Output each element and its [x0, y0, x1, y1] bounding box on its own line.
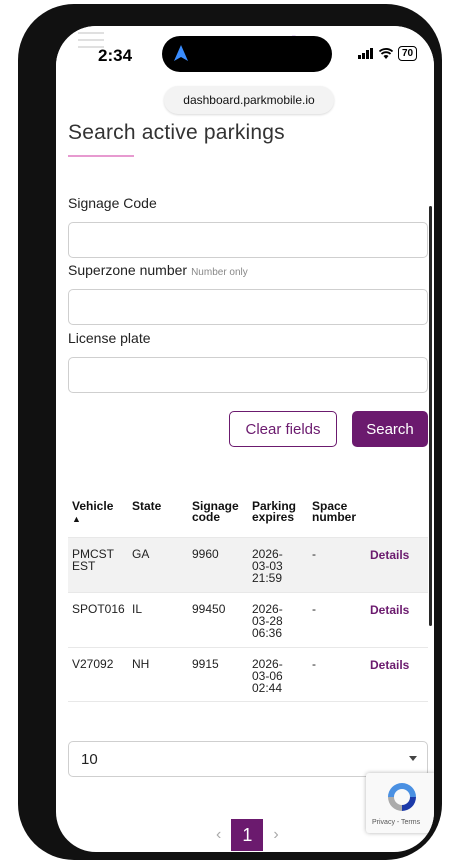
status-bar: ive 2:34 70 — [56, 26, 434, 74]
phone-frame: ive 2:34 70 — [18, 4, 442, 860]
cell-signage-code: 9960 — [192, 547, 219, 561]
phone-screen: ive 2:34 70 — [56, 26, 434, 852]
column-state[interactable]: State — [132, 500, 161, 512]
cell-space-number: - — [312, 657, 316, 671]
cell-state: IL — [132, 602, 143, 616]
superzone-label-text: Superzone number — [68, 262, 188, 278]
parkings-table: Vehicle ▲ State Signage code Parking exp… — [68, 499, 428, 702]
cell-expires: 2026- 03-06 02:44 — [252, 658, 283, 694]
wifi-icon — [379, 48, 393, 59]
cell-space-number: - — [312, 602, 316, 616]
cell-expires-time: 21:59 — [252, 571, 283, 585]
cell-expires-time: 02:44 — [252, 681, 283, 695]
cell-expires-time: 06:36 — [252, 626, 283, 640]
recaptcha-links[interactable]: Privacy - Terms — [372, 819, 420, 826]
column-parking-expires-line2: expires — [252, 510, 295, 524]
superzone-label: Superzone number Number only — [68, 262, 248, 278]
cell-expires: 2026- 03-03 21:59 — [252, 548, 283, 584]
superzone-input[interactable] — [68, 289, 428, 325]
page-title: Search active parkings — [68, 121, 285, 144]
column-vehicle-label: Vehicle — [72, 499, 114, 513]
signage-code-label: Signage Code — [68, 195, 157, 211]
cell-signage-code: 9915 — [192, 657, 219, 671]
cell-state: GA — [132, 547, 150, 561]
column-space-number[interactable]: Space number — [312, 500, 357, 524]
dynamic-island — [162, 36, 332, 72]
cell-expires: 2026- 03-28 06:36 — [252, 603, 283, 639]
clear-fields-button[interactable]: Clear fields — [229, 411, 337, 447]
cell-vehicle: PMCSTEST — [72, 547, 114, 573]
search-button[interactable]: Search — [352, 411, 428, 447]
column-vehicle[interactable]: Vehicle ▲ — [72, 499, 114, 525]
table-header: Vehicle ▲ State Signage code Parking exp… — [68, 499, 428, 537]
cell-state: NH — [132, 657, 150, 671]
prev-page-icon[interactable]: ‹ — [216, 826, 221, 844]
caret-down-icon — [409, 756, 417, 761]
recaptcha-icon — [388, 783, 416, 811]
url-bar[interactable]: dashboard.parkmobile.io — [164, 86, 334, 114]
column-signage-code[interactable]: Signage code — [192, 500, 239, 524]
column-parking-expires[interactable]: Parking expires — [252, 500, 296, 524]
page-1-button[interactable]: 1 — [231, 819, 264, 851]
details-link[interactable]: Details — [370, 548, 409, 562]
table-row: V27092 NH 9915 2026- 03-06 02:44 - Detai… — [68, 647, 428, 702]
table-row: PMCSTEST GA 9960 2026- 03-03 21:59 - Det… — [68, 537, 428, 592]
recaptcha-badge[interactable]: Privacy - Terms — [366, 773, 434, 833]
location-arrow-icon — [174, 45, 188, 61]
cell-vehicle: SPOT016 — [72, 602, 125, 616]
cell-signage-code: 99450 — [192, 602, 226, 616]
cell-space-number: - — [312, 547, 316, 561]
table-row: SPOT016 IL 99450 2026- 03-28 06:36 - Det… — [68, 592, 428, 647]
next-page-icon[interactable]: › — [273, 826, 278, 844]
sort-asc-icon: ▲ — [72, 514, 81, 524]
signage-code-input[interactable] — [68, 222, 428, 258]
details-link[interactable]: Details — [370, 658, 409, 672]
details-link[interactable]: Details — [370, 603, 409, 617]
status-time: 2:34 — [98, 46, 133, 65]
battery-indicator: 70 — [398, 46, 418, 61]
status-icons: 70 — [358, 46, 418, 61]
pagination: ‹ 1 › — [216, 819, 279, 851]
page-size-value: 10 — [81, 751, 98, 768]
scrollbar[interactable] — [429, 206, 432, 626]
column-space-number-line2: number — [312, 510, 357, 524]
license-plate-label: License plate — [68, 330, 151, 346]
title-underline — [68, 155, 134, 157]
license-plate-input[interactable] — [68, 357, 428, 393]
search-panel: Search active parkings Signage Code Supe… — [68, 121, 428, 851]
page-size-select[interactable]: 10 — [68, 741, 428, 777]
column-signage-code-line2: code — [192, 510, 221, 524]
superzone-hint: Number only — [191, 267, 248, 278]
cell-vehicle: V27092 — [72, 657, 114, 671]
signal-icon — [358, 48, 373, 59]
